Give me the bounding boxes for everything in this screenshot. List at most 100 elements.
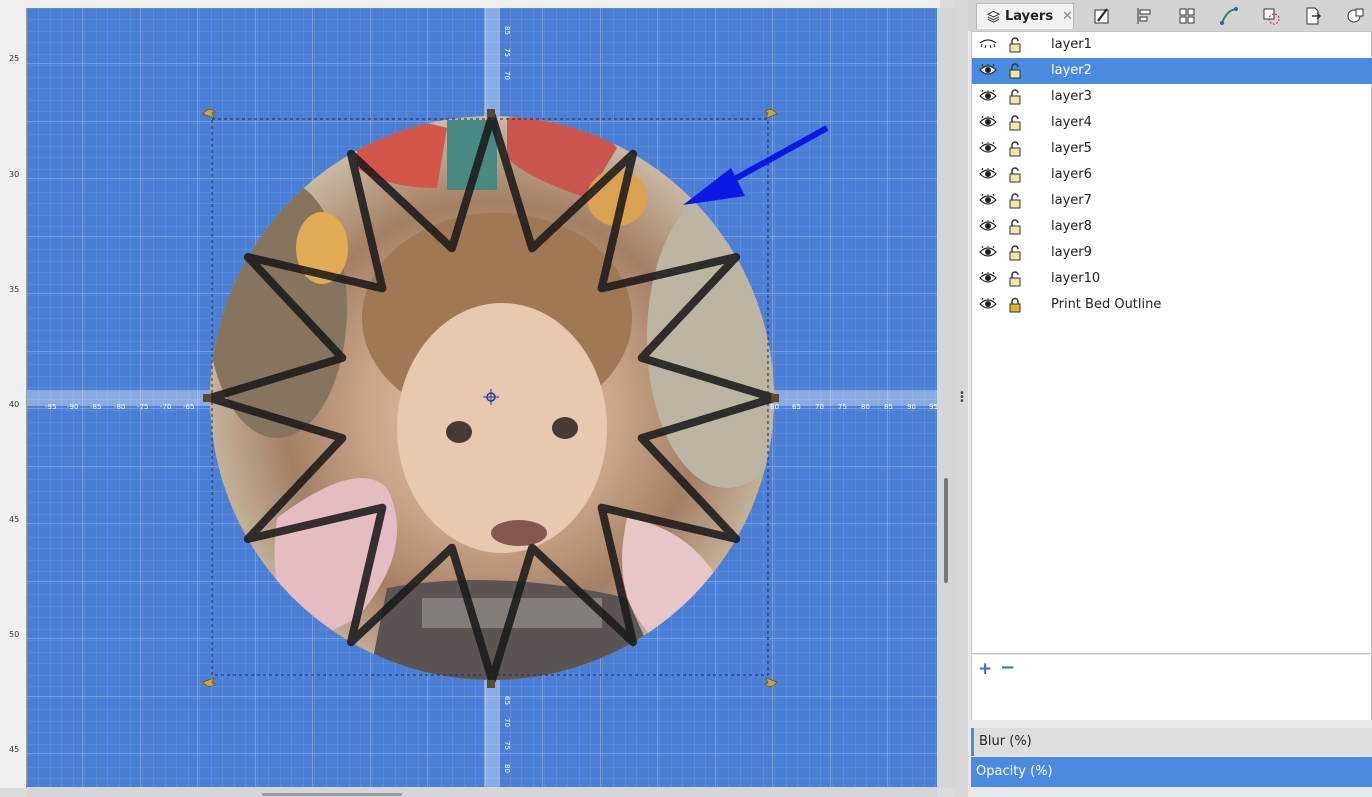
eye-icon[interactable] (979, 246, 997, 258)
ruler-label: 40 (9, 400, 20, 409)
layer-row[interactable]: Print Bed Outline (972, 292, 1372, 318)
axis-tick-label: -90 (67, 403, 78, 411)
lock-closed-icon[interactable] (1009, 297, 1021, 313)
export-icon[interactable] (1303, 6, 1323, 26)
lock-open-icon[interactable] (1009, 115, 1021, 131)
axis-tick-label: 80 (861, 403, 870, 411)
ruler-label: 25 (9, 54, 20, 63)
remove-layer-button[interactable]: − (1000, 657, 1015, 678)
axis-tick-label: -80 (114, 403, 125, 411)
axis-tick-label: 75 (503, 741, 511, 750)
eye-icon[interactable] (979, 194, 997, 206)
ruler-label: 50 (9, 630, 20, 639)
eye-icon[interactable] (979, 90, 997, 102)
lock-open-icon[interactable] (1009, 245, 1021, 261)
lock-open-icon[interactable] (1009, 63, 1021, 79)
lock-open-icon[interactable] (1009, 271, 1021, 287)
lock-open-icon[interactable] (1009, 167, 1021, 183)
layer-name: layer6 (1051, 167, 1092, 182)
lock-open-icon[interactable] (1009, 141, 1021, 157)
horizontal-scroll-thumb[interactable] (262, 793, 402, 796)
layer-row[interactable]: layer1 (972, 32, 1372, 58)
axis-tick-label: -85 (90, 403, 101, 411)
eye-icon[interactable] (979, 220, 997, 232)
axis-tick-label: 95 (929, 403, 937, 411)
lock-open-icon[interactable] (1009, 219, 1021, 235)
axis-tick-label: 70 (503, 718, 511, 727)
lock-open-icon[interactable] (1009, 89, 1021, 105)
clip-icon[interactable] (1261, 6, 1281, 26)
layer-row[interactable]: layer3 (972, 84, 1372, 110)
axis-tick-label: 90 (907, 403, 916, 411)
canvas-svg: -95 -90 -85 -80 -75 -70 -65 60 65 70 75 … (27, 8, 937, 787)
layer-name: layer8 (1051, 219, 1092, 234)
fill-stroke-icon[interactable] (1092, 6, 1112, 26)
vertical-scroll-thumb[interactable] (944, 478, 948, 583)
axis-tick-label: 65 (503, 696, 511, 705)
layers-list: layer1 layer2 layer3 layer4 layer5 layer6 laye… (971, 31, 1372, 654)
layer-name: layer1 (1051, 37, 1092, 52)
layer-name: layer7 (1051, 193, 1092, 208)
axis-tick-label: -70 (160, 403, 171, 411)
layer-name: Print Bed Outline (1051, 297, 1162, 312)
layer-row[interactable]: layer9 (972, 240, 1372, 266)
drawing-canvas[interactable]: -95 -90 -85 -80 -75 -70 -65 60 65 70 75 … (27, 8, 937, 787)
layer-name: layer9 (1051, 245, 1092, 260)
layer-row[interactable]: layer6 (972, 162, 1372, 188)
layers-icon (987, 10, 1000, 23)
layer-row[interactable]: layer8 (972, 214, 1372, 240)
path-effects-icon[interactable] (1219, 6, 1239, 26)
eye-icon[interactable] (979, 272, 997, 284)
axis-tick-label: 75 (838, 403, 847, 411)
axis-tick-label: 85 (503, 26, 511, 35)
layer-name: layer3 (1051, 89, 1092, 104)
axis-tick-label: 65 (792, 403, 801, 411)
opacity-section-header[interactable]: Opacity (%) (971, 757, 1372, 787)
layer-row[interactable]: layer2 (972, 58, 1372, 84)
blur-section-header[interactable]: Blur (%) (971, 728, 1372, 756)
splitter-grip-icon[interactable]: • • • (959, 389, 965, 407)
axis-tick-label: 85 (884, 403, 893, 411)
horizontal-scrollbar[interactable] (27, 787, 937, 797)
axis-tick-label: 80 (503, 764, 511, 773)
eye-icon[interactable] (979, 168, 997, 180)
axis-tick-label: 60 (770, 403, 779, 411)
tab-layers[interactable]: Layers ✕ (976, 3, 1074, 29)
layer-row[interactable]: layer7 (972, 188, 1372, 214)
layer-row[interactable]: layer5 (972, 136, 1372, 162)
layer-name: layer4 (1051, 115, 1092, 130)
axis-tick-label: 70 (503, 71, 511, 80)
eye-closed-icon[interactable] (979, 38, 997, 50)
eye-icon[interactable] (979, 116, 997, 128)
dock-tabbar: Layers ✕ (968, 0, 1372, 31)
tab-layers-label: Layers (1004, 9, 1054, 24)
layer-row[interactable]: layer4 (972, 110, 1372, 136)
ruler-label: 35 (9, 285, 20, 294)
axis-tick-label: -65 (183, 403, 194, 411)
layer-actions: + − (971, 655, 1372, 720)
align-icon[interactable] (1135, 6, 1155, 26)
eye-icon[interactable] (979, 298, 997, 310)
ruler-label: 30 (9, 170, 20, 179)
dock-panel: Layers ✕ layer1 layer2 layer3 layer4 layer5 l… (968, 0, 1372, 797)
lock-open-icon[interactable] (1009, 193, 1021, 209)
axis-tick-label: 75 (503, 48, 511, 57)
axis-tick-label: -95 (45, 403, 56, 411)
ruler-label: 45 (9, 745, 20, 754)
eye-icon[interactable] (979, 64, 997, 76)
layer-name: layer5 (1051, 141, 1092, 156)
layer-name: layer2 (1051, 63, 1092, 78)
layer-name: layer10 (1051, 271, 1101, 286)
eye-icon[interactable] (979, 142, 997, 154)
add-layer-button[interactable]: + (978, 659, 992, 679)
close-icon[interactable]: ✕ (1062, 9, 1073, 24)
left-ruler: 25 30 35 40 45 50 45 (0, 8, 27, 788)
axis-tick-label: 70 (815, 403, 824, 411)
vertical-scrollbar[interactable] (937, 8, 955, 788)
layer-row[interactable]: layer10 (972, 266, 1372, 292)
arrange-icon[interactable] (1177, 6, 1197, 26)
objects-icon[interactable] (1345, 6, 1365, 26)
ruler-label: 45 (9, 515, 20, 524)
lock-open-icon[interactable] (1009, 37, 1021, 53)
axis-tick-label: -75 (137, 403, 148, 411)
